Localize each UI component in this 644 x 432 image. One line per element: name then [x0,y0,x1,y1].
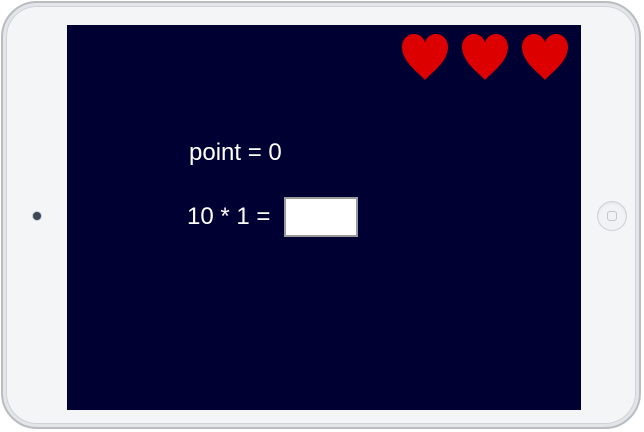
home-button-icon [607,211,617,221]
question-text: 10 * 1 = [187,203,271,230]
heart-icon [462,34,508,80]
camera-icon [33,212,41,220]
game-screen: point = 0 10 * 1 = [67,25,581,410]
question-row: 10 * 1 = [187,197,359,237]
heart-icon [522,34,568,80]
lives-indicator [399,31,571,83]
answer-input[interactable] [284,197,359,237]
score-display: point = 0 [189,139,282,166]
heart-icon [402,34,448,80]
home-button[interactable] [597,201,627,231]
tablet-frame: point = 0 10 * 1 = [1,1,641,429]
